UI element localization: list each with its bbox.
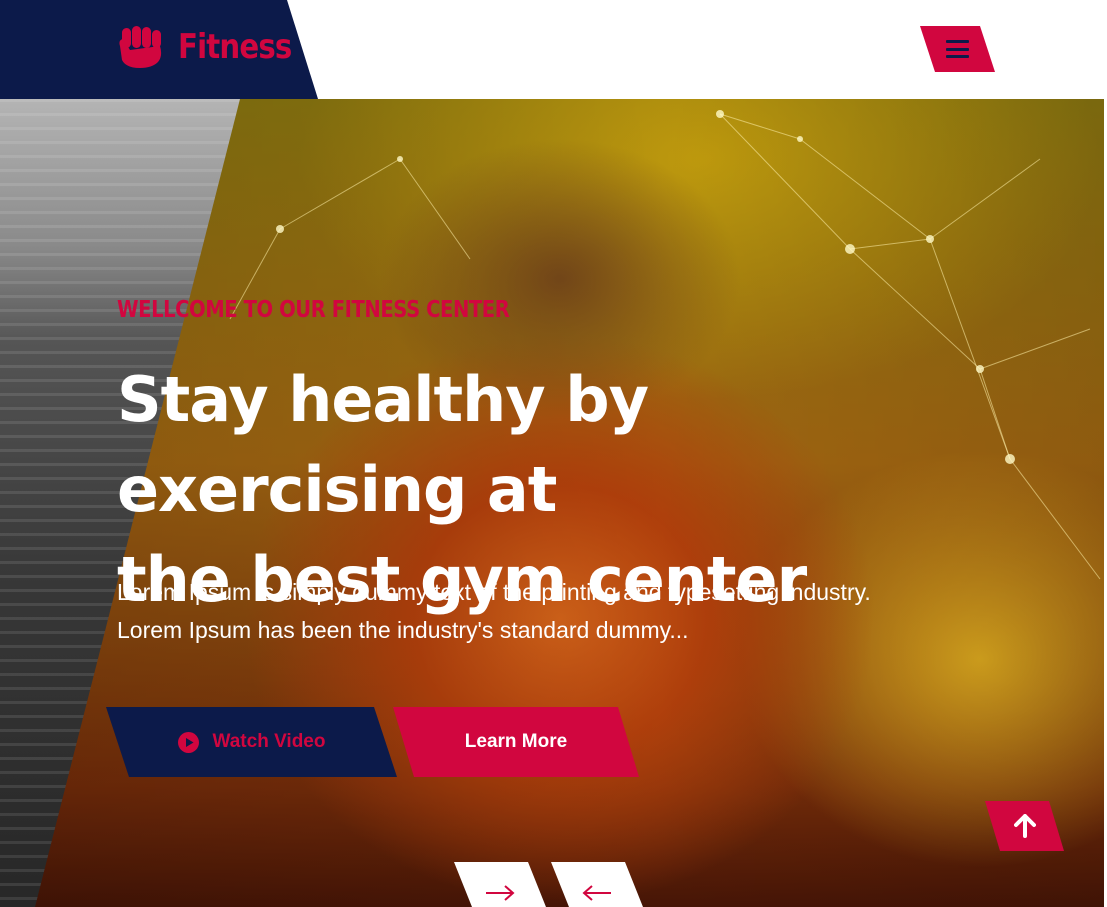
learn-more-label: Learn More	[464, 731, 568, 752]
fist-icon	[119, 26, 162, 68]
hero-description: Lorem Ipsum is simply dummy text of the …	[117, 573, 977, 649]
watch-video-label: Watch Video	[212, 731, 326, 752]
menu-button[interactable]	[920, 26, 995, 72]
hero-title-line-1: Stay healthy by exercising at	[117, 363, 649, 526]
page: Fitness WELLCOME TO OUR FITNESS CENTER S…	[0, 0, 1107, 907]
brand-name: Fitness	[178, 27, 292, 67]
hero-description-line-1: Lorem Ipsum is simply dummy text of the …	[117, 579, 871, 605]
hamburger-menu-icon	[946, 40, 969, 58]
arrow-up-icon	[1013, 814, 1036, 838]
hero-section: WELLCOME TO OUR FITNESS CENTER Stay heal…	[0, 99, 1104, 907]
watch-video-button[interactable]: Watch Video	[106, 707, 397, 777]
play-circle-icon	[177, 731, 199, 753]
arrow-right-icon	[486, 885, 515, 901]
hero-description-line-2: Lorem Ipsum has been the industry's stan…	[117, 617, 689, 643]
site-header: Fitness	[0, 0, 1107, 99]
arrow-left-icon	[582, 885, 611, 901]
learn-more-button[interactable]: Learn More	[393, 707, 639, 777]
site-logo[interactable]: Fitness	[116, 22, 310, 72]
hero-tagline: WELLCOME TO OUR FITNESS CENTER	[117, 297, 510, 323]
